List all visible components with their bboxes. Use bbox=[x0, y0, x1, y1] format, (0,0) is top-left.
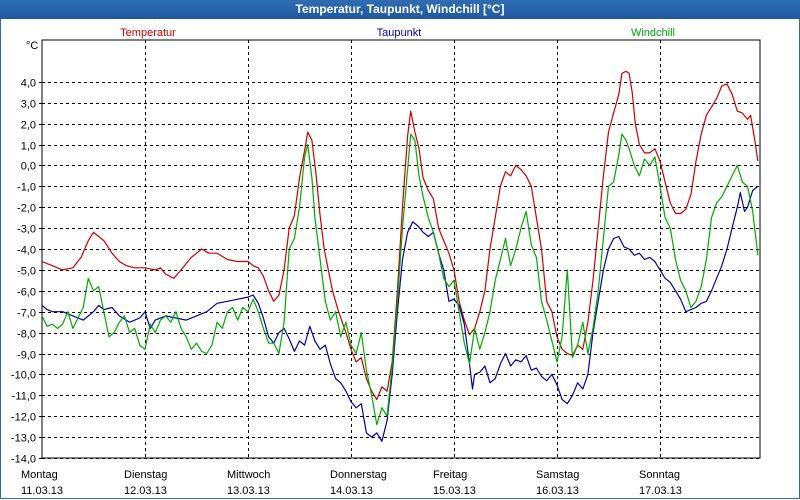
y-tick-label: 0,0 bbox=[21, 161, 36, 173]
y-tick-label: 4,0 bbox=[21, 78, 36, 90]
chart-window: Temperatur, Taupunkt, Windchill [°C] 4,0… bbox=[0, 0, 800, 500]
y-tick-label: 2,0 bbox=[21, 120, 36, 132]
series-lines bbox=[41, 70, 759, 442]
series-line-windchill bbox=[41, 133, 759, 426]
y-tick-label: -12,0 bbox=[11, 412, 36, 424]
x-day-label: Donnerstag bbox=[330, 469, 387, 481]
y-tick-label: -9,0 bbox=[17, 350, 36, 362]
x-date-label: 17.03.13 bbox=[639, 485, 682, 497]
legend-taupunkt: Taupunkt bbox=[377, 27, 422, 39]
y-tick-label: -6,0 bbox=[17, 287, 36, 299]
series-line-temperatur bbox=[41, 70, 759, 401]
x-day-label: Mittwoch bbox=[227, 469, 270, 481]
x-date-label: 15.03.13 bbox=[433, 485, 476, 497]
x-date-label: 14.03.13 bbox=[330, 485, 373, 497]
y-tick-label: -4,0 bbox=[17, 245, 36, 257]
y-tick-label: -14,0 bbox=[11, 454, 36, 466]
y-tick-label: 3,0 bbox=[21, 99, 36, 111]
temperature-chart: 4,0 3,0 2,0 1,0 0,0 -1,0 -2,0 -3,0 -4,0 -5,0 -6,0 -… bbox=[11, 27, 761, 497]
labels: 4,0 3,0 2,0 1,0 0,0 -1,0 -2,0 -3,0 -4,0 -5,0 -6,0 -… bbox=[11, 27, 682, 497]
y-tick-label: -10,0 bbox=[11, 370, 36, 382]
x-date-label: 16.03.13 bbox=[536, 485, 579, 497]
y-tick-label: -13,0 bbox=[11, 433, 36, 445]
y-tick-label: 1,0 bbox=[21, 141, 36, 153]
x-date-label: 12.03.13 bbox=[124, 485, 167, 497]
x-day-label: Sonntag bbox=[639, 469, 680, 481]
y-tick-label: -3,0 bbox=[17, 224, 36, 236]
x-date-label: 11.03.13 bbox=[21, 485, 63, 497]
series-line-taupunkt bbox=[41, 185, 759, 442]
y-tick-label: -1,0 bbox=[17, 182, 36, 194]
y-axis-unit: °C bbox=[26, 40, 38, 52]
legend-windchill: Windchill bbox=[631, 27, 675, 39]
y-tick-label: -8,0 bbox=[17, 329, 36, 341]
y-tick-label: -11,0 bbox=[12, 391, 36, 403]
y-tick-label: -2,0 bbox=[17, 203, 36, 215]
x-day-label: Samstag bbox=[536, 469, 579, 481]
x-day-label: Freitag bbox=[433, 469, 467, 481]
legend-temperatur: Temperatur bbox=[120, 27, 176, 39]
x-day-label: Montag bbox=[21, 469, 58, 481]
y-tick-label: -5,0 bbox=[17, 266, 36, 278]
x-day-label: Dienstag bbox=[124, 469, 167, 481]
x-date-label: 13.03.13 bbox=[227, 485, 270, 497]
y-tick-label: -7,0 bbox=[17, 308, 36, 320]
